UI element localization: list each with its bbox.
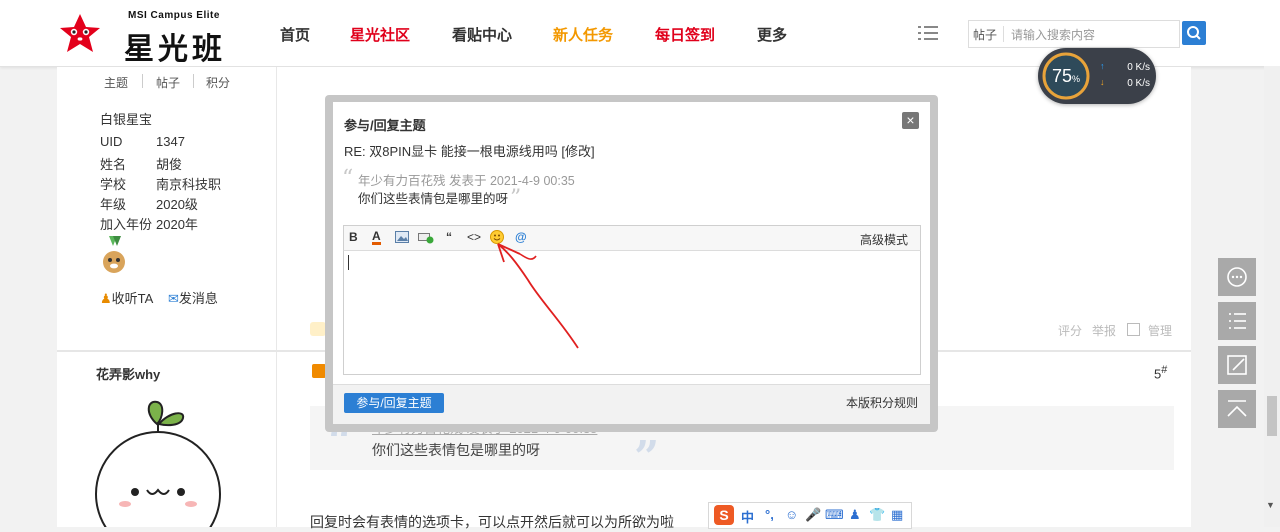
scrollbar-thumb[interactable] [1267, 396, 1277, 436]
attachment-icon[interactable] [418, 232, 434, 244]
submit-reply-button[interactable]: 参与/回复主题 [344, 393, 444, 413]
chat-button[interactable] [1218, 258, 1256, 296]
stat-tab-posts[interactable]: 帖子 [156, 74, 180, 91]
edit-icon [1227, 355, 1247, 375]
ime-user-icon[interactable]: ♟ [849, 507, 861, 523]
dialog-title: 参与/回复主题 [344, 118, 426, 133]
quote-button[interactable]: “ [446, 230, 452, 244]
post-author[interactable]: 花弄影why [96, 364, 160, 383]
font-color-button[interactable]: A [372, 230, 381, 245]
floor-number: 5# [1154, 364, 1167, 381]
speed-percent-value: 75 [1052, 66, 1073, 86]
search-box: 帖子 请输入搜索内容 [968, 20, 1180, 48]
nav-more[interactable]: 更多 [757, 24, 787, 45]
report-link[interactable]: 举报 [1092, 322, 1116, 339]
send-message-label: 发消息 [178, 291, 218, 306]
mail-icon: ✉ [168, 291, 179, 306]
ime-toolbar: S 中 °, ☺ 🎤 ⌨ ♟ 👕 ▦ [708, 502, 912, 529]
quote-close-mark: ” [634, 432, 660, 483]
speed-percent-unit: % [1072, 74, 1081, 84]
follow-icon: ♟ [100, 291, 112, 306]
upload-speed: 0 K/s [1127, 62, 1150, 73]
info-value: 胡俊 [156, 157, 183, 172]
info-value: 南京科技职 [156, 177, 222, 192]
info-label: 姓名 [100, 157, 127, 172]
quote-open-mark: “ [342, 166, 354, 191]
stat-tab-points[interactable]: 积分 [206, 74, 230, 91]
post-body: 回复时会有表情的选项卡，可以点开然后就可以为所欲为啦 [310, 514, 674, 530]
nav-newbie-tasks[interactable]: 新人任务 [553, 24, 613, 45]
ime-voice-icon[interactable]: 🎤 [805, 507, 821, 523]
nav-view-center[interactable]: 看贴中心 [452, 24, 512, 45]
back-to-top-button[interactable] [1218, 390, 1256, 428]
info-label: 学校 [100, 177, 127, 192]
info-value: 2020级 [156, 197, 198, 212]
search-type-select[interactable]: 帖子 [973, 26, 997, 43]
svg-text:S: S [719, 507, 728, 523]
logo-star-icon[interactable] [58, 12, 102, 56]
ime-chinese-mode[interactable]: 中 [741, 507, 754, 526]
ime-skin-icon[interactable]: 👕 [869, 507, 885, 523]
dialog-quote-text: 你们这些表情包是哪里的呀 [358, 192, 509, 206]
emoji-icon[interactable] [490, 230, 504, 244]
logo-subtitle: MSI Campus Elite [128, 10, 220, 21]
reply-subject: RE: 双8PIN显卡 能接一根电源线用吗 [修改] [344, 144, 595, 159]
post-signature-strip [310, 322, 326, 336]
scroll-down-arrow-icon[interactable]: ▼ [1266, 500, 1275, 510]
follow-label: 收听TA [111, 291, 154, 306]
network-speed-widget[interactable]: 75% ↑ 0 K/s ↓ 0 K/s [1038, 48, 1156, 104]
back-to-top-icon [1227, 400, 1247, 417]
info-label: 加入年份 [100, 217, 153, 232]
chat-icon [1227, 267, 1247, 287]
search-divider [1003, 26, 1004, 42]
manage-checkbox[interactable] [1127, 323, 1140, 336]
quote-close-mark: ” [510, 186, 522, 211]
logo-title[interactable]: 星光班 [124, 24, 226, 68]
post-status-icon [312, 364, 326, 378]
advanced-mode-link[interactable]: 高级模式 [860, 231, 908, 248]
ime-punctuation[interactable]: °, [765, 507, 774, 522]
send-message-link[interactable]: ✉发消息 [168, 288, 218, 307]
manage-link[interactable]: 管理 [1148, 322, 1172, 339]
stat-divider [142, 74, 143, 88]
dialog-quote-meta: 年少有力百花残 发表于 2021-4-9 00:35 [358, 174, 575, 188]
info-label: 年级 [100, 197, 127, 212]
image-icon[interactable] [395, 231, 409, 243]
speed-percent: 75% [1052, 66, 1080, 87]
close-button[interactable]: × [902, 112, 919, 129]
avatar[interactable] [95, 394, 221, 527]
nav-community[interactable]: 星光社区 [350, 24, 410, 45]
download-speed: 0 K/s [1127, 78, 1150, 89]
list-menu-icon[interactable] [918, 25, 938, 41]
stat-tab-threads[interactable]: 主题 [104, 74, 128, 91]
floor-hash: # [1161, 364, 1168, 376]
points-rules-link[interactable]: 本版积分规则 [846, 394, 918, 411]
page-scrollbar[interactable] [1264, 66, 1280, 527]
search-button[interactable] [1182, 21, 1206, 45]
search-icon [1187, 26, 1201, 40]
user-title: 白银星宝 [100, 112, 153, 127]
follow-link[interactable]: ♟收听TA [100, 288, 153, 307]
nav-daily-checkin[interactable]: 每日签到 [655, 24, 715, 45]
bold-button[interactable]: B [349, 230, 358, 244]
list-button[interactable] [1218, 302, 1256, 340]
list-icon [1229, 313, 1246, 329]
info-value: 1347 [156, 134, 185, 149]
quote-text: 你们这些表情包是哪里的呀 [372, 442, 540, 458]
info-label: UID [100, 134, 123, 149]
medal-icon[interactable] [100, 236, 130, 276]
search-input[interactable]: 请输入搜索内容 [1011, 26, 1095, 43]
text-caret [348, 255, 349, 270]
nav-home[interactable]: 首页 [280, 24, 310, 45]
ime-emoji-icon[interactable]: ☺ [785, 507, 798, 522]
info-value: 2020年 [156, 217, 198, 232]
ime-toolbox-icon[interactable]: ▦ [891, 507, 903, 523]
ime-keyboard-icon[interactable]: ⌨ [825, 507, 844, 523]
rate-link[interactable]: 评分 [1058, 322, 1082, 339]
stat-divider [193, 74, 194, 88]
code-button[interactable]: <> [467, 230, 481, 244]
ime-logo-icon[interactable]: S [714, 505, 734, 525]
edit-button[interactable] [1218, 346, 1256, 384]
mention-button[interactable]: @ [515, 230, 527, 244]
